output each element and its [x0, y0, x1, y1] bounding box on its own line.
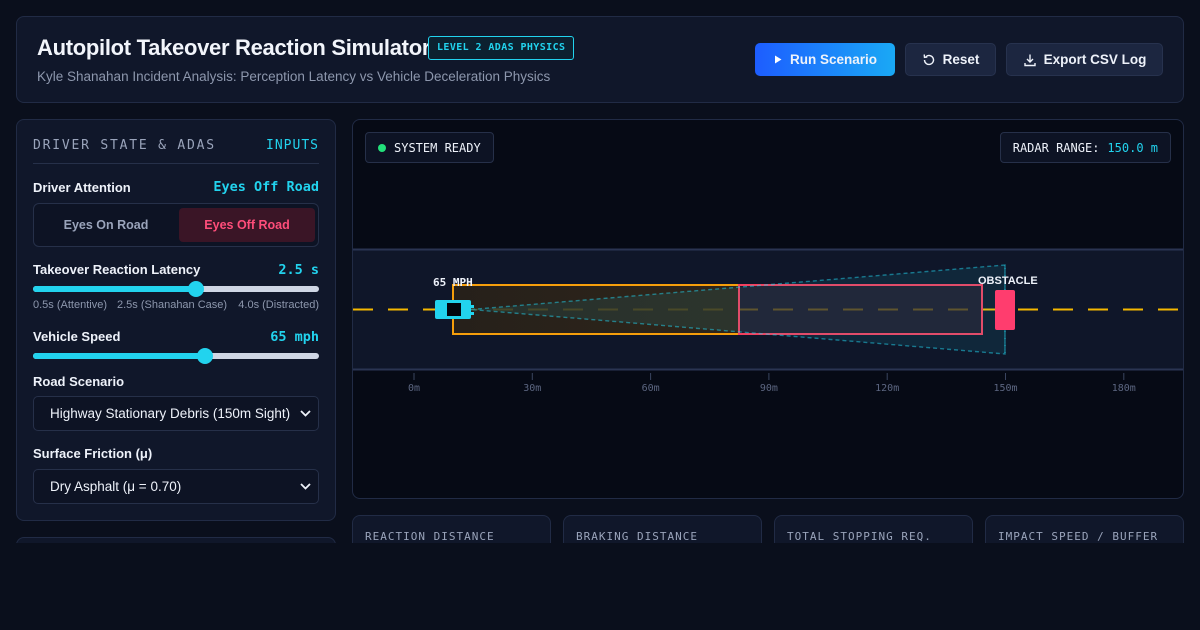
axis-tick-label: 90m — [760, 383, 778, 394]
eyes-on-road-option[interactable]: Eyes On Road — [38, 208, 174, 242]
latency-value: 2.5 s — [278, 262, 319, 278]
driver-attention-toggle: Eyes On Road Eyes Off Road — [33, 203, 319, 247]
axis-tick-label: 0m — [408, 383, 420, 394]
radar-range-readout: RADAR RANGE: 150.0 m — [999, 132, 1171, 163]
road-scenario-value: Highway Stationary Debris (150m Sight) — [50, 406, 291, 421]
obstacle-label: OBSTACLE — [978, 275, 1038, 287]
system-status-text: SYSTEM READY — [394, 140, 481, 155]
latency-tick-min: 0.5s (Attentive) — [33, 299, 107, 311]
run-scenario-button[interactable]: Run Scenario — [755, 43, 895, 76]
braking-distance-title: BRAKING DISTANCE — [576, 530, 698, 543]
driver-attention-value: Eyes Off Road — [213, 179, 319, 195]
axis-tick-label: 30m — [523, 383, 541, 394]
latency-tick-mid: 2.5s (Shanahan Case) — [117, 299, 228, 311]
radar-range-label: RADAR RANGE: — [1012, 140, 1100, 155]
surface-friction-value: Dry Asphalt (μ = 0.70) — [50, 479, 182, 494]
latency-tick-max: 4.0s (Distracted) — [238, 299, 319, 311]
latency-label: Takeover Reaction Latency — [33, 262, 201, 277]
ego-vehicle-icon — [435, 300, 474, 319]
header: Autopilot Takeover Reaction Simulator LE… — [16, 16, 1184, 103]
download-icon — [1023, 54, 1036, 66]
axis-tick-label: 120m — [875, 383, 899, 394]
export-csv-label: Export CSV Log — [1043, 52, 1147, 67]
status-dot-icon — [378, 143, 386, 152]
axis-tick-label: 180m — [1112, 383, 1136, 394]
surface-friction-select[interactable]: Dry Asphalt (μ = 0.70) — [33, 469, 319, 504]
eyes-off-road-option[interactable]: Eyes Off Road — [179, 208, 315, 242]
axis-tick-label: 60m — [642, 383, 660, 394]
vehicle-speed-slider[interactable] — [33, 348, 319, 364]
latency-slider-fill — [33, 286, 197, 292]
export-csv-button[interactable]: Export CSV Log — [1006, 43, 1163, 76]
road-scenario-select[interactable]: Highway Stationary Debris (150m Sight) — [33, 396, 319, 431]
reaction-distance-title: REACTION DISTANCE — [365, 530, 495, 543]
reset-label: Reset — [942, 52, 980, 67]
speed-readout: 65 MPH — [433, 276, 473, 289]
road-canvas: 65 MPH OBSTACLE 0m 30m 60m 90m 120m 150m 180m — [353, 248, 1183, 394]
run-scenario-label: Run Scenario — [789, 52, 878, 67]
vehicle-speed-label: Vehicle Speed — [33, 329, 121, 344]
radar-range-value: 150.0 m — [1107, 140, 1158, 155]
total-stopping-title: TOTAL STOPPING REQ. — [787, 530, 932, 543]
page-subtitle: Kyle Shanahan Incident Analysis: Percept… — [37, 69, 551, 84]
viewport-cutoff — [0, 543, 1200, 630]
speed-slider-fill — [33, 353, 205, 359]
reset-icon — [923, 53, 934, 65]
system-status: SYSTEM READY — [365, 132, 494, 163]
impact-speed-title: IMPACT SPEED / BUFFER — [998, 530, 1159, 543]
page-title: Autopilot Takeover Reaction Simulator — [37, 35, 431, 60]
vehicle-speed-value: 65 mph — [270, 329, 319, 345]
reset-button[interactable]: Reset — [905, 43, 996, 76]
axis-tick-label: 150m — [993, 383, 1017, 394]
play-icon — [774, 55, 782, 64]
chevron-down-icon — [300, 470, 312, 503]
distance-axis: 0m 30m 60m 90m 120m 150m 180m — [408, 373, 1136, 394]
obstacle-icon — [995, 290, 1015, 330]
panel-heading: DRIVER STATE & ADAS — [33, 138, 216, 153]
driver-attention-label: Driver Attention — [33, 180, 131, 195]
road-scenario-label: Road Scenario — [33, 374, 125, 389]
driver-inputs-panel: DRIVER STATE & ADAS INPUTS Driver Attent… — [16, 119, 336, 521]
chevron-down-icon — [300, 397, 312, 430]
latency-slider-thumb[interactable] — [188, 281, 205, 297]
panel-heading-tag: INPUTS — [266, 138, 319, 153]
panel-divider — [33, 163, 319, 164]
speed-slider-thumb[interactable] — [196, 348, 213, 364]
surface-friction-label: Surface Friction (μ) — [33, 446, 153, 461]
road-visualization: 65 MPH OBSTACLE 0m 30m 60m 90m 120m 150m 180m … — [352, 119, 1184, 499]
latency-slider[interactable] — [33, 281, 319, 297]
adas-level-badge: LEVEL 2 ADAS PHYSICS — [428, 36, 575, 60]
